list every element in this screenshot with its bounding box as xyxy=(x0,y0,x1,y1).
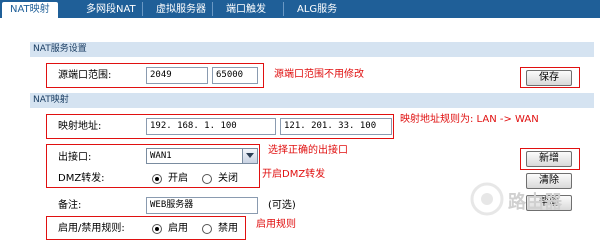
dmz-note: 开启DMZ转发 xyxy=(262,169,326,180)
section-header-nat-settings: NAT服务设置 xyxy=(30,42,594,57)
port-from-input[interactable]: 2049 xyxy=(146,67,208,84)
rule-enable-radio[interactable] xyxy=(152,224,162,234)
chevron-down-icon[interactable] xyxy=(242,149,257,163)
router-logo-watermark xyxy=(470,182,504,216)
wan-address-input[interactable]: 121. 201. 33. 100 xyxy=(280,118,392,135)
save-button[interactable]: 保存 xyxy=(526,70,572,86)
exit-port-selected-value: WAN1 xyxy=(150,151,172,161)
lan-address-input[interactable]: 192. 168. 1. 100 xyxy=(146,118,276,135)
tab-virtual-server[interactable]: 虚拟服务器 xyxy=(148,2,214,18)
rule-label: 启用/禁用规则: xyxy=(58,223,125,234)
tab-alg-service[interactable]: ALG服务 xyxy=(289,2,345,18)
tab-separator xyxy=(142,2,143,16)
rule-disable-radio[interactable] xyxy=(202,224,212,234)
dmz-on-label: 开启 xyxy=(168,173,188,184)
exit-port-select[interactable]: WAN1 xyxy=(146,148,258,164)
mapping-rule-note: 映射地址规则为: LAN -> WAN xyxy=(400,114,539,125)
remark-input[interactable]: WEB服务器 xyxy=(146,197,258,214)
dmz-off-radio[interactable] xyxy=(202,174,212,184)
remark-label: 备注: xyxy=(58,200,82,211)
source-port-label: 源端口范围: xyxy=(58,70,112,81)
tab-port-trigger[interactable]: 端口触发 xyxy=(218,2,274,18)
section-header-nat-mapping: NAT映射 xyxy=(30,93,594,108)
tab-nat-mapping[interactable]: NAT映射 xyxy=(2,2,58,18)
add-button[interactable]: 新增 xyxy=(526,151,572,167)
dmz-off-label: 关闭 xyxy=(218,173,238,184)
tab-separator xyxy=(212,2,213,16)
rule-note: 启用规则 xyxy=(256,219,296,230)
tab-separator xyxy=(283,2,284,16)
tab-multi-segment-nat[interactable]: 多网段NAT xyxy=(78,2,144,18)
rule-enable-label: 启用 xyxy=(168,223,188,234)
dmz-label: DMZ转发: xyxy=(58,173,105,184)
main-content: NAT服务设置 源端口范围: 2049 ~ 65000 源端口范围不用修改 保存… xyxy=(0,20,600,252)
port-range-note: 源端口范围不用修改 xyxy=(274,69,364,80)
remark-optional-hint: (可选) xyxy=(268,200,296,211)
tab-bar: NAT映射 多网段NAT 虚拟服务器 端口触发 ALG服务 xyxy=(0,0,600,18)
rule-disable-label: 禁用 xyxy=(218,223,238,234)
mapping-address-label: 映射地址: xyxy=(58,121,102,132)
exit-port-note: 选择正确的出接口 xyxy=(268,145,348,156)
dmz-on-radio[interactable] xyxy=(152,174,162,184)
watermark-text: 路由器 xyxy=(508,192,562,213)
clear-button[interactable]: 清除 xyxy=(526,173,572,189)
exit-port-label: 出接口: xyxy=(58,152,92,163)
port-to-input[interactable]: 65000 xyxy=(212,67,258,84)
